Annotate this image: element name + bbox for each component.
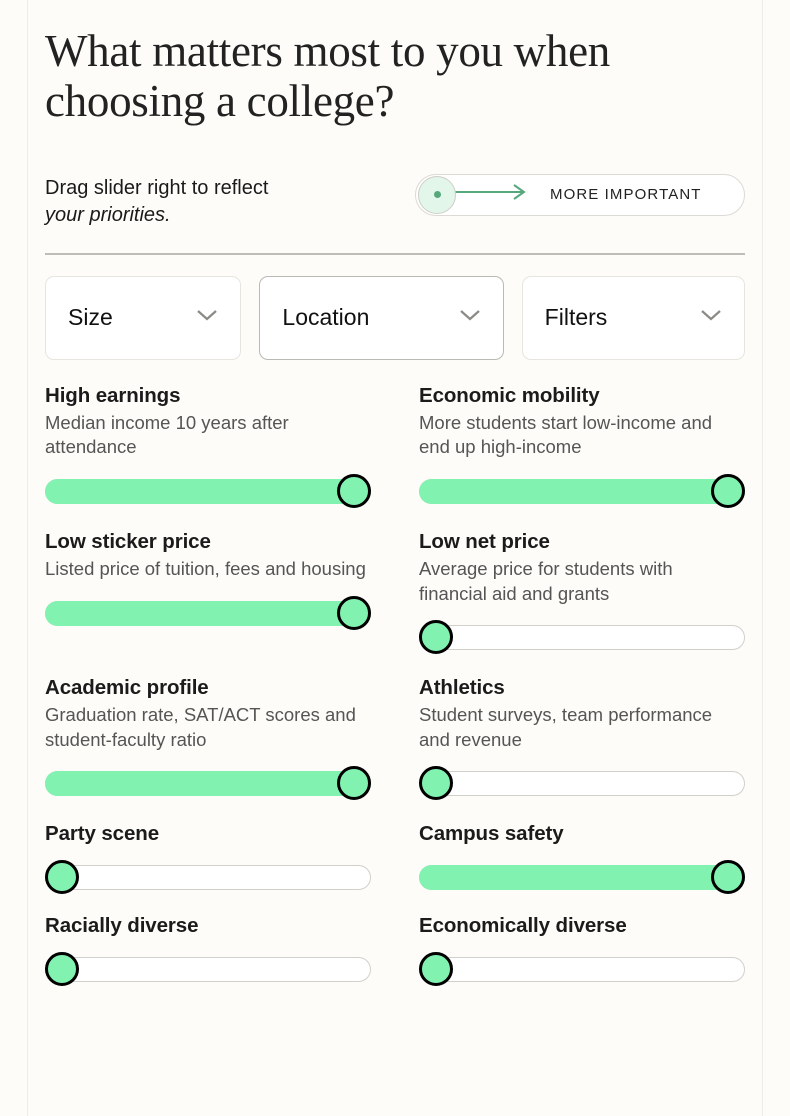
slider-fill (419, 478, 745, 504)
slider-thumb[interactable] (337, 473, 371, 508)
priority-slider-cell: Economic mobility More students start low… (419, 384, 745, 508)
instruction-row: Drag slider right to reflect your priori… (45, 173, 745, 231)
slider-thumb[interactable] (711, 473, 745, 508)
priority-description: Graduation rate, SAT/ACT scores and stud… (45, 704, 356, 750)
chevron-down-icon (700, 308, 722, 327)
priority-slider-cell: Economically diverse (419, 914, 745, 987)
slider-track[interactable] (419, 771, 745, 797)
priority-title: Economic mobility (419, 383, 600, 407)
priority-slider[interactable] (419, 860, 745, 895)
priority-slider[interactable] (419, 952, 745, 987)
priority-description: More students start low-income and end u… (419, 411, 713, 458)
priority-description: Listed price of tuition, fees and housin… (45, 557, 366, 579)
priority-title: High earnings (45, 383, 181, 407)
priority-slider[interactable] (45, 595, 371, 630)
priority-slider-cell: Party scene (45, 822, 371, 895)
slider-track[interactable] (419, 625, 745, 651)
instruction-text: Drag slider right to reflect your priori… (45, 173, 268, 229)
instruction-line-2: your priorities. (45, 203, 171, 226)
priority-title: Low net price (419, 529, 550, 553)
filter-controls: Size Location Filters (45, 275, 745, 360)
priority-description: Student surveys, team performance and re… (419, 704, 713, 750)
priority-title: Party scene (45, 822, 160, 846)
dropdown-location[interactable]: Location (259, 275, 504, 360)
priority-title: Athletics (419, 676, 505, 700)
priority-title: Racially diverse (45, 914, 199, 938)
priority-description: Average price for students with financia… (419, 557, 673, 604)
more-important-legend: MORE IMPORTANT (415, 173, 745, 216)
priority-title: Campus safety (419, 822, 564, 846)
priority-slider[interactable] (419, 766, 745, 801)
dropdown-size-label: Size (68, 304, 113, 331)
slider-thumb[interactable] (711, 860, 745, 895)
priority-slider[interactable] (45, 766, 371, 801)
priority-slider-cell: Racially diverse (45, 914, 371, 987)
priority-description: Median income 10 years after attendance (45, 411, 289, 458)
priority-title: Academic profile (45, 676, 209, 700)
dropdown-filters-label: Filters (544, 304, 608, 331)
dropdown-filters[interactable]: Filters (521, 275, 745, 360)
dropdown-location-label: Location (282, 304, 370, 331)
instruction-line-1: Drag slider right to reflect (45, 176, 269, 199)
slider-track[interactable] (419, 957, 745, 983)
chevron-down-icon (459, 308, 481, 327)
slider-thumb[interactable] (337, 766, 371, 801)
slider-fill (45, 478, 371, 504)
slider-thumb[interactable] (419, 620, 453, 655)
arrow-right-icon (454, 182, 532, 207)
priority-slider[interactable] (45, 952, 371, 987)
priority-slider-cell: Low net price Average price for students … (419, 529, 745, 655)
priority-title: Low sticker price (45, 529, 211, 553)
page-title: What matters most to you when choosing a… (45, 26, 610, 127)
slider-fill (45, 600, 371, 626)
priority-slider-cell: Low sticker price Listed price of tuition… (45, 530, 371, 654)
legend-knob-icon (418, 175, 456, 214)
priority-title: Economically diverse (419, 914, 627, 938)
priorities-panel: What matters most to you when choosing a… (0, 0, 790, 1116)
section-divider (45, 252, 745, 255)
priority-slider[interactable] (419, 473, 745, 508)
slider-thumb[interactable] (337, 595, 371, 630)
slider-fill (419, 865, 745, 891)
priority-slider-cell: Athletics Student surveys, team performan… (419, 676, 745, 801)
legend-label: MORE IMPORTANT (550, 186, 702, 204)
slider-fill (45, 771, 371, 797)
priority-slider-cell: Academic profile Graduation rate, SAT/ACT… (45, 676, 371, 801)
priority-slider-cell: Campus safety (419, 822, 745, 895)
priority-slider[interactable] (45, 860, 371, 895)
slider-track[interactable] (45, 865, 371, 891)
priority-slider-cell: High earnings Median income 10 years afte… (45, 384, 371, 508)
priority-slider[interactable] (45, 473, 371, 508)
chevron-down-icon (196, 308, 218, 327)
dropdown-size[interactable]: Size (45, 275, 242, 360)
priority-slider[interactable] (419, 620, 745, 655)
slider-track[interactable] (45, 957, 371, 983)
priority-slider-grid: High earnings Median income 10 years afte… (45, 384, 745, 1007)
